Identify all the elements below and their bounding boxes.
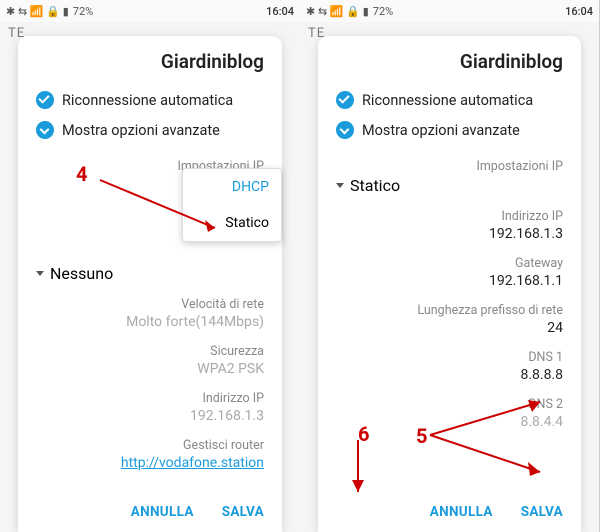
dns2-input[interactable]: 8.8.4.4 (336, 414, 563, 430)
chevron-down-icon (36, 121, 54, 139)
status-icons: ✱ ⇆ 📶 🔒 ▮ (6, 5, 69, 18)
status-time: 16:04 (565, 5, 593, 18)
prefix-input[interactable]: 24 (336, 320, 563, 336)
status-battery: 72% (73, 5, 93, 18)
ip-addr-label: Indirizzo IP (336, 209, 563, 224)
gateway-input[interactable]: 192.168.1.1 (336, 273, 563, 289)
check-icon (336, 91, 354, 109)
ip-settings-current[interactable]: Statico (336, 176, 563, 195)
proxy-current[interactable]: Nessuno (36, 264, 264, 283)
screen-right: ✱ ⇆ 📶 🔒 ▮ 72% 16:04 TE Giardiniblog Rico… (300, 0, 600, 532)
wifi-dialog-left: Giardiniblog Riconnessione automatica Mo… (18, 36, 282, 532)
router-url[interactable]: http://vodafone.station (36, 455, 264, 471)
screens-container: ✱ ⇆ 📶 🔒 ▮ 72% 16:04 TE Giardiniblog Rico… (0, 0, 600, 532)
cancel-button[interactable]: ANNULLA (131, 504, 194, 520)
wifi-name: Giardiniblog (336, 50, 563, 73)
ip-addr-input[interactable]: 192.168.1.3 (336, 226, 563, 242)
caret-down-icon (36, 271, 44, 276)
status-bar: ✱ ⇆ 📶 🔒 ▮ 72% 16:04 (0, 0, 300, 22)
status-bar: ✱ ⇆ 📶 🔒 ▮ 72% 16:04 (300, 0, 599, 22)
status-battery: 72% (373, 5, 393, 18)
ip-settings-dropdown[interactable]: DHCP Statico (182, 168, 282, 242)
annotation-number-5: 5 (416, 424, 427, 448)
screen-left: ✱ ⇆ 📶 🔒 ▮ 72% 16:04 TE Giardiniblog Rico… (0, 0, 300, 532)
show-advanced-row[interactable]: Mostra opzioni avanzate (36, 121, 264, 139)
auto-reconnect-row[interactable]: Riconnessione automatica (36, 91, 264, 109)
manage-router-label: Gestisci router (36, 438, 264, 453)
show-advanced-label: Mostra opzioni avanzate (362, 122, 520, 139)
auto-reconnect-label: Riconnessione automatica (362, 92, 533, 109)
dropdown-option-static[interactable]: Statico (183, 205, 281, 241)
show-advanced-row[interactable]: Mostra opzioni avanzate (336, 121, 563, 139)
speed-label: Velocità di rete (36, 297, 264, 312)
dialog-footer: SALVA ANNULLA (36, 496, 264, 522)
wifi-dialog-right: Giardiniblog Riconnessione automatica Mo… (318, 36, 581, 532)
annotation-number-4: 4 (76, 162, 87, 186)
chevron-down-icon (336, 121, 354, 139)
speed-value: Molto forte(144Mbps) (36, 314, 264, 330)
proxy-value: Nessuno (50, 264, 113, 283)
security-label: Sicurezza (36, 344, 264, 359)
ip-addr-value: 192.168.1.3 (36, 408, 264, 424)
dialog-footer: SALVA ANNULLA (336, 496, 563, 522)
ip-addr-label: Indirizzo IP (36, 391, 264, 406)
prefix-label: Lunghezza prefisso di rete (336, 303, 563, 318)
save-button[interactable]: SALVA (521, 504, 563, 520)
dns2-label: DNS 2 (336, 397, 563, 412)
show-advanced-label: Mostra opzioni avanzate (62, 122, 220, 139)
caret-down-icon (336, 183, 344, 188)
gateway-label: Gateway (336, 256, 563, 271)
auto-reconnect-row[interactable]: Riconnessione automatica (336, 91, 563, 109)
ip-settings-value: Statico (350, 176, 400, 195)
annotation-number-6: 6 (358, 422, 369, 446)
security-value: WPA2 PSK (36, 361, 264, 377)
wifi-name: Giardiniblog (36, 50, 264, 73)
status-icons: ✱ ⇆ 📶 🔒 ▮ (306, 5, 369, 18)
dropdown-option-dhcp[interactable]: DHCP (183, 169, 281, 205)
save-button[interactable]: SALVA (222, 504, 264, 520)
cancel-button[interactable]: ANNULLA (430, 504, 493, 520)
check-icon (36, 91, 54, 109)
status-time: 16:04 (266, 5, 294, 18)
dns1-label: DNS 1 (336, 350, 563, 365)
ip-settings-label: Impostazioni IP (336, 159, 563, 174)
auto-reconnect-label: Riconnessione automatica (62, 92, 233, 109)
dns1-input[interactable]: 8.8.8.8 (336, 367, 563, 383)
